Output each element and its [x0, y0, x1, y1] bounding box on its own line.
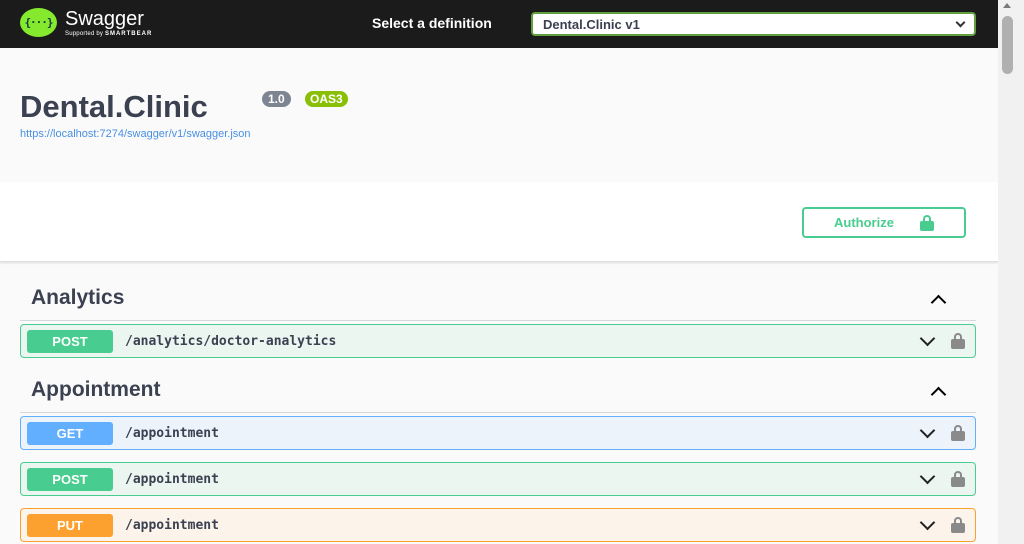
- oas-badge: OAS3: [305, 91, 348, 107]
- select-definition-label: Select a definition: [372, 15, 492, 31]
- authorize-label: Authorize: [834, 215, 894, 230]
- tag-title: Appointment: [31, 378, 161, 401]
- method-badge: PUT: [27, 513, 113, 537]
- method-badge: POST: [27, 467, 113, 491]
- chevron-up-icon[interactable]: [930, 294, 947, 311]
- operation-path: /analytics/doctor-analytics: [125, 333, 337, 349]
- lock-icon[interactable]: [951, 471, 965, 487]
- method-badge: GET: [27, 421, 113, 445]
- api-info: Dental.Clinic 1.0 OAS3 https://localhost…: [0, 48, 998, 182]
- api-title: Dental.Clinic: [20, 89, 208, 124]
- operation-path: /appointment: [125, 425, 219, 441]
- tag-section-appointment[interactable]: Appointment: [20, 367, 976, 413]
- operation-path: /appointment: [125, 517, 219, 533]
- chevron-down-icon[interactable]: [919, 422, 936, 438]
- lock-icon[interactable]: [951, 425, 965, 441]
- scheme-container: Authorize: [0, 182, 998, 262]
- vertical-scrollbar[interactable]: [998, 0, 1024, 544]
- version-badge: 1.0: [262, 91, 291, 107]
- logo-name: Swagger: [65, 7, 144, 30]
- lock-icon[interactable]: [951, 517, 965, 533]
- operation-get-appointment[interactable]: GET /appointment: [20, 416, 976, 450]
- chevron-down-icon[interactable]: [919, 514, 936, 530]
- logo-subtitle: Supported by SMARTBEAR: [65, 30, 153, 37]
- operation-put-appointment[interactable]: PUT /appointment: [20, 508, 976, 542]
- unlock-icon: [919, 214, 934, 231]
- tag-title: Analytics: [31, 286, 125, 309]
- method-badge: POST: [27, 329, 113, 353]
- scrollbar-thumb[interactable]: [1002, 16, 1013, 74]
- chevron-down-icon[interactable]: [919, 330, 936, 346]
- lock-icon[interactable]: [951, 333, 965, 349]
- tag-section-analytics[interactable]: Analytics: [20, 275, 976, 321]
- operation-post-doctor-analytics[interactable]: POST /analytics/doctor-analytics: [20, 324, 976, 358]
- swagger-logo[interactable]: {···} Swagger Supported by SMARTBEAR: [20, 8, 152, 37]
- definition-select-value: Dental.Clinic v1: [543, 16, 640, 32]
- authorize-button[interactable]: Authorize: [802, 207, 966, 238]
- chevron-down-icon[interactable]: [919, 468, 936, 484]
- top-bar: {···} Swagger Supported by SMARTBEAR Sel…: [0, 0, 998, 48]
- scroll-up-arrow-icon[interactable]: [1003, 3, 1011, 8]
- definition-select[interactable]: Dental.Clinic v1: [531, 12, 976, 36]
- chevron-down-icon: [955, 17, 966, 27]
- spec-url-link[interactable]: https://localhost:7274/swagger/v1/swagge…: [20, 128, 251, 140]
- operation-post-appointment[interactable]: POST /appointment: [20, 462, 976, 496]
- chevron-up-icon[interactable]: [930, 386, 947, 403]
- operation-path: /appointment: [125, 471, 219, 487]
- swagger-logo-icon: {···}: [20, 8, 57, 37]
